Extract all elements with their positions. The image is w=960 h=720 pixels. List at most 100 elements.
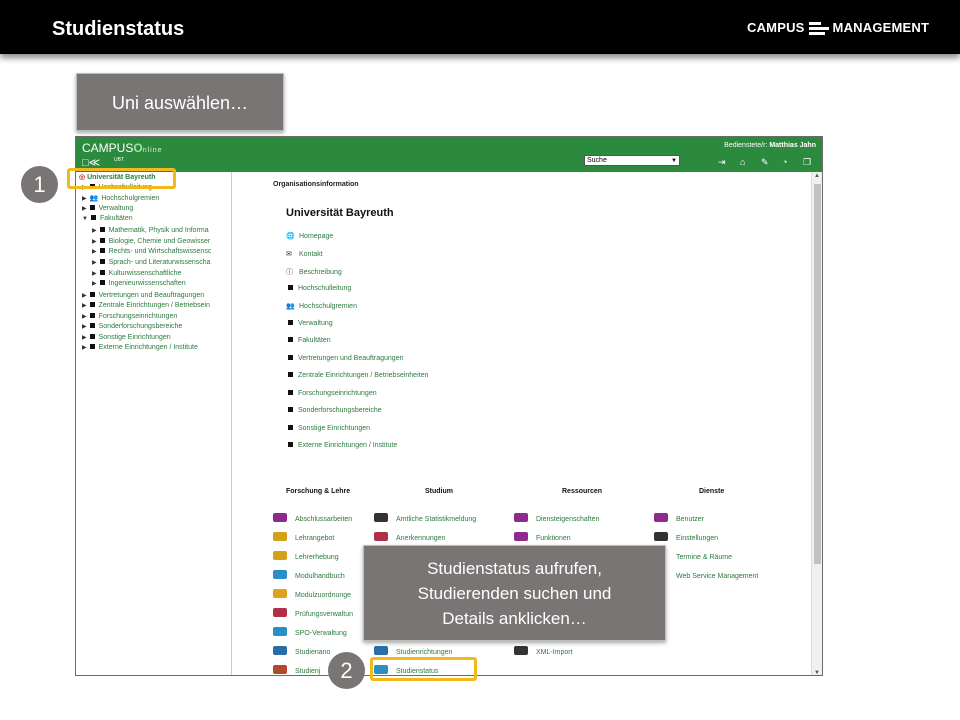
function-link[interactable]: Funktionen [514,532,571,542]
square-icon [89,334,95,339]
tree-item[interactable]: ▶ Externe Einrichtungen / Institute [82,344,198,351]
edit-icon[interactable]: ✎ [761,157,769,168]
square-icon [288,424,293,430]
tree-item[interactable]: ▶ Kulturwissenschaftliche [92,270,181,277]
square-icon [99,238,105,243]
collapsed-arrow-icon[interactable]: ▶ [92,228,97,234]
function-icon [273,589,287,598]
org-link-label: Fakultäten [298,337,331,344]
function-link[interactable]: Lehrangebot [273,532,334,542]
org-link[interactable]: Forschungseinrichtungen [286,389,377,397]
collapsed-arrow-icon[interactable]: ▶ [82,345,87,351]
tree-item[interactable]: ▶ Sonderforschungsbereiche [82,323,182,330]
expanded-arrow-icon[interactable]: ▼ [82,216,88,222]
collapsed-arrow-icon[interactable]: ▶ [82,335,87,341]
function-link[interactable]: Anerkennungen [374,532,445,542]
collapsed-arrow-icon[interactable]: ▶ [92,260,97,266]
collapsed-arrow-icon[interactable]: ▶ [82,206,87,212]
collapsed-arrow-icon[interactable]: ▶ [92,281,97,287]
tree-item-label: Rechts- und Wirtschaftswissensc [108,248,212,255]
tree-item[interactable]: ▶ Zentrale Einrichtungen / Betriebsein [82,302,210,309]
tree-item[interactable]: ▶ Biologie, Chemie und Geowisser [92,238,210,245]
tree-item[interactable]: ▼ Fakultäten [82,215,133,222]
highlight-studienstatus [370,657,477,681]
function-link[interactable]: Studienano [273,646,330,656]
tree-item[interactable]: ▶ Sprach- und Literaturwissenscha [92,259,211,266]
function-icon [374,532,388,541]
collapsed-arrow-icon[interactable]: ▶ [82,196,87,202]
tree-item-label: Sonstige Einrichtungen [98,334,171,341]
function-link[interactable]: Prüfungsverwaltun [273,608,353,618]
function-icon [374,513,388,522]
org-link-label: Hochschulleitung [298,284,352,292]
tree-item[interactable]: ▶ Verwaltung [82,205,133,212]
function-link[interactable]: Einstellungen [654,532,718,542]
tree-item[interactable]: ▶ Forschungseinrichtungen [82,313,177,320]
function-link-label: Termine & Räume [676,554,733,561]
function-link[interactable]: Modulzuordnunge [273,589,351,599]
tree-item[interactable]: ▶ Vertretungen und Beauftragungen [82,292,204,299]
collapsed-arrow-icon[interactable]: ▶ [92,271,97,277]
function-link[interactable]: Amtliche Statistikmeldung [374,513,476,523]
function-link-label: Modulhandbuch [295,573,345,580]
tree-item[interactable]: ▶ 👥 Hochschulgremien [82,194,159,202]
function-link[interactable]: Abschlussarbeiten [273,513,352,523]
square-icon [89,205,95,210]
function-link[interactable]: Web Service Management [654,570,758,580]
function-link[interactable]: Lehrerhebung [273,551,339,561]
tree-item[interactable]: ▶ Sonstige Einrichtungen [82,334,171,341]
collapsed-arrow-icon[interactable]: ▶ [92,249,97,255]
function-link-label: SPO-Verwaltung [295,630,347,637]
tree-item[interactable]: ▶ Mathematik, Physik und Informa [92,227,209,234]
square-icon [90,215,96,220]
collapsed-arrow-icon[interactable]: ▶ [82,314,87,320]
org-link[interactable]: Sonderforschungsbereiche [286,407,382,414]
function-link-label: XML-Import [536,649,573,656]
org-link[interactable]: Zentrale Einrichtungen / Betriebseinheit… [286,372,428,379]
logo-online: nline [142,147,163,154]
function-link-label: Prüfungsverwaltun [295,611,353,618]
tree-item[interactable]: ▶ Ingenieurwissenschaften [92,280,186,287]
function-link[interactable]: Studienrichtungen [374,646,452,656]
logout-icon[interactable]: ⇥ [718,157,726,168]
org-link[interactable]: Hochschulleitung [286,284,352,292]
collapsed-arrow-icon[interactable]: ▶ [82,303,87,309]
function-link[interactable]: Studienj [273,665,320,675]
scroll-up-icon[interactable]: ▲ [814,173,820,179]
org-link[interactable]: Vertretungen und Beauftragungen [286,354,403,362]
org-link[interactable]: Sonstige Einrichtungen [286,424,370,432]
scrollbar-thumb[interactable] [814,184,821,564]
tree-item-label: Vertretungen und Beauftragungen [98,292,205,299]
function-link[interactable]: Benutzer [654,513,704,523]
function-link[interactable]: XML-Import [514,646,573,656]
user-info: Bedienstete/r: Matthias Jahn [724,142,816,149]
function-link[interactable]: Diensteigenschaften [514,513,599,523]
collapsed-arrow-icon[interactable]: ▶ [82,293,87,299]
org-link[interactable]: 👥 Hochschulgremien [286,302,357,310]
tree-item[interactable]: ▶ Rechts- und Wirtschaftswissensc [92,248,211,255]
function-link[interactable]: SPO-Verwaltung [273,627,347,637]
collapsed-arrow-icon[interactable]: ▶ [82,324,87,330]
dashboard-icon[interactable]: ◔ [782,157,787,167]
org-link[interactable]: ⓘ Beschreibung [286,267,342,277]
org-link[interactable]: Verwaltung [286,319,333,327]
scroll-down-icon[interactable]: ▼ [814,670,820,675]
org-link-label: Sonderforschungsbereiche [298,407,382,414]
org-link[interactable]: 🌐 Homepage [286,232,333,240]
tree-item-label: Sprach- und Literaturwissenscha [108,259,211,266]
search-select[interactable]: Suche ▼ [584,155,680,166]
callout-call-studienstatus: Studienstatus aufrufen, Studierenden suc… [363,545,666,641]
function-link[interactable]: Modulhandbuch [273,570,345,580]
square-icon [288,337,293,342]
org-link[interactable]: Fakultäten [286,337,331,344]
square-icon [99,280,105,285]
copy-icon[interactable]: ❐ [803,157,811,168]
page-title: Universität Bayreuth [286,207,394,219]
org-link[interactable]: ✉ Kontakt [286,250,323,258]
org-link-label: Verwaltung [298,319,333,327]
group-icon: 👥 [89,195,99,202]
org-link[interactable]: Externe Einrichtungen / Institute [286,442,397,449]
collapsed-arrow-icon[interactable]: ▶ [92,239,97,245]
vertical-scrollbar[interactable]: ▲ ▼ [811,172,822,675]
home-icon[interactable]: ⌂ [740,157,745,167]
